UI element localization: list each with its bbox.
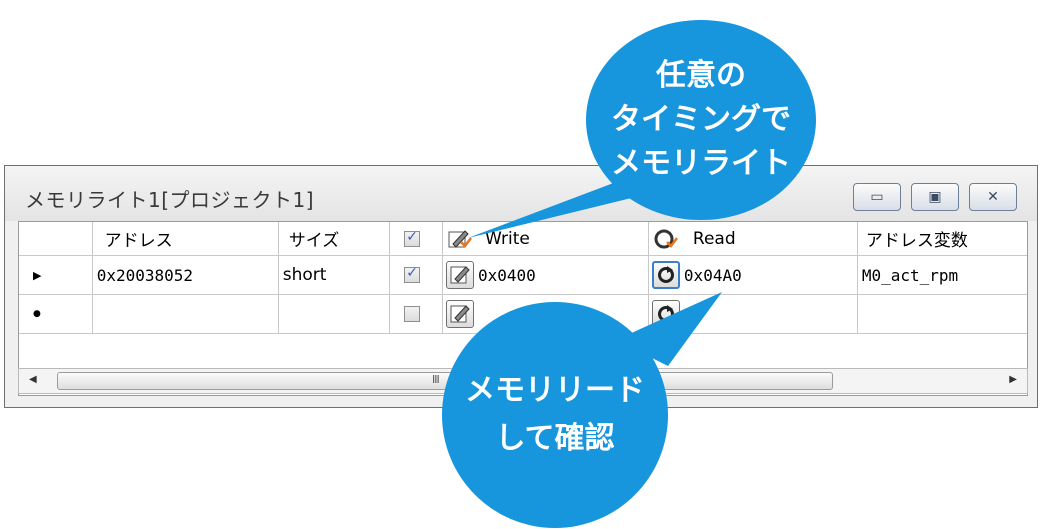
callout-line: タイミングで — [611, 102, 791, 137]
callout-line: メモリリード — [465, 373, 645, 408]
callout-line: して確認 — [495, 421, 615, 456]
write-callout: 任意の タイミングで メモリライト — [586, 20, 816, 220]
callout-line: 任意の — [656, 58, 746, 93]
callout-line: メモリライト — [611, 146, 791, 181]
read-callout: メモリリード して確認 — [442, 302, 668, 528]
